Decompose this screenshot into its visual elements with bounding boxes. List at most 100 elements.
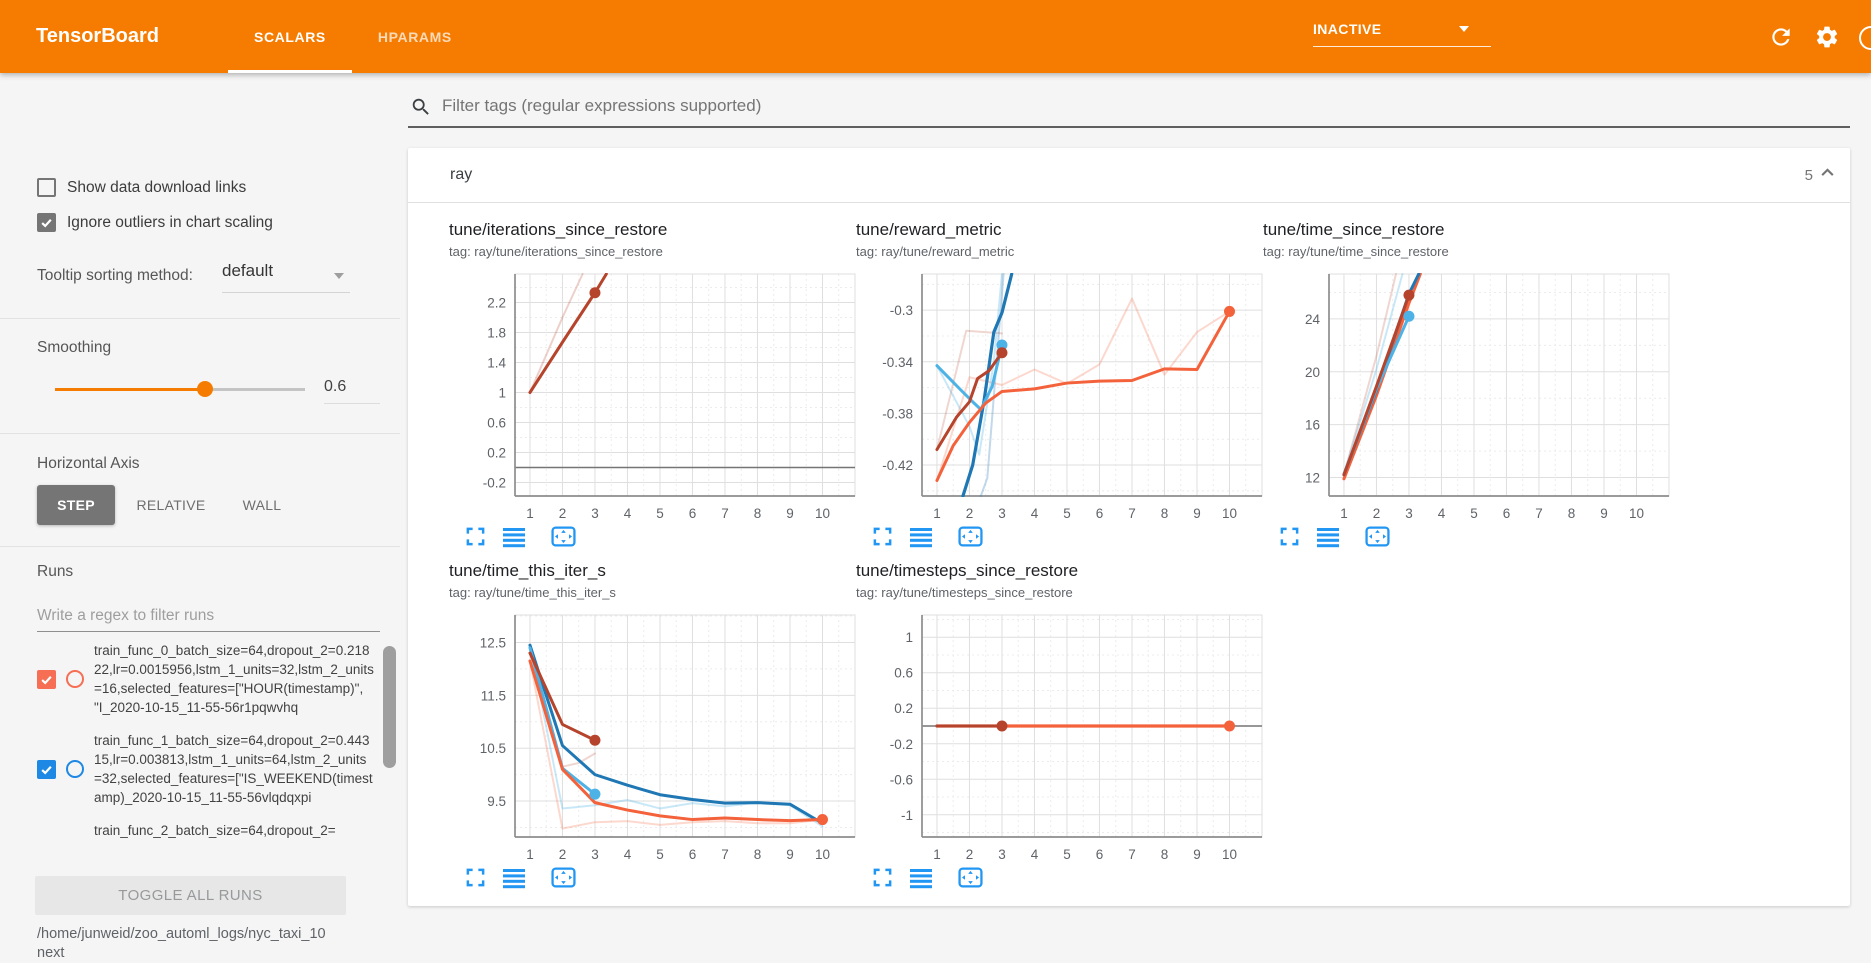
chart-toolbar [449,867,856,889]
svg-text:-0.2: -0.2 [483,476,506,491]
svg-text:7: 7 [721,506,729,521]
svg-text:0.2: 0.2 [894,701,913,716]
chart-title: tune/reward_metric [856,220,1263,240]
run-item[interactable]: train_func_2_batch_size=64,dropout_2= [37,821,385,840]
status-value: INACTIVE [1313,21,1382,37]
tab-hparams[interactable]: HPARAMS [352,0,478,73]
run-item[interactable]: train_func_1_batch_size=64,dropout_2=0.4… [37,731,385,807]
chart-toolbar [856,526,1263,548]
svg-text:7: 7 [1128,847,1136,862]
run-item[interactable]: train_func_0_batch_size=64,dropout_2=0.2… [37,641,385,717]
svg-text:6: 6 [1503,506,1511,521]
svg-text:7: 7 [721,847,729,862]
svg-text:2: 2 [559,506,567,521]
expand-icon[interactable] [872,526,894,548]
checkbox-unchecked-icon[interactable] [37,178,56,197]
axis-step-button[interactable]: STEP [37,485,115,525]
app-title: TensorBoard [36,0,159,73]
status-dropdown[interactable]: INACTIVE [1313,17,1491,47]
tag-count-badge: 5 [1805,167,1813,184]
chart-card: tune/timesteps_since_restoretag: ray/tun… [856,561,1263,889]
sidebar-scrollbar[interactable] [383,646,396,768]
horizontal-axis-label: Horizontal Axis [37,455,140,473]
horizontal-bars-icon[interactable] [1317,526,1339,548]
ignore-outliers-row[interactable]: Ignore outliers in chart scaling [37,213,273,232]
svg-text:9: 9 [1193,847,1201,862]
svg-text:-0.3: -0.3 [890,303,913,318]
chart-canvas[interactable]: -0.3-0.34-0.38-0.4212345678910 [856,268,1263,526]
svg-text:5: 5 [1063,847,1071,862]
svg-text:1: 1 [933,847,941,862]
chart-canvas[interactable]: 10.60.2-0.2-0.6-112345678910 [856,609,1263,867]
chart-toolbar [856,867,1263,889]
dropdown-value: default [222,261,273,280]
axis-relative-button[interactable]: RELATIVE [125,485,217,525]
show-download-links-row[interactable]: Show data download links [37,178,246,197]
settings-gear-icon[interactable] [1814,24,1840,50]
svg-text:10.5: 10.5 [480,741,506,756]
expand-icon[interactable] [465,867,487,889]
svg-text:9.5: 9.5 [487,794,506,809]
fit-domain-icon[interactable] [551,867,573,889]
fit-domain-icon[interactable] [1365,526,1387,548]
run-label: train_func_2_batch_size=64,dropout_2= [94,821,374,840]
checkbox-label: Show data download links [67,179,246,197]
expand-icon[interactable] [872,867,894,889]
chevron-down-icon [1459,26,1469,32]
chevron-down-icon [334,273,344,279]
tab-scalars[interactable]: SCALARS [228,0,352,73]
chevron-up-icon[interactable] [1819,164,1836,186]
svg-text:3: 3 [998,847,1006,862]
svg-text:3: 3 [591,847,599,862]
axis-wall-button[interactable]: WALL [227,485,297,525]
horizontal-bars-icon[interactable] [503,867,525,889]
expand-icon[interactable] [1279,526,1301,548]
tooltip-sorting-dropdown[interactable]: default [222,261,350,293]
smoothing-slider-thumb[interactable] [197,381,213,397]
smoothing-slider[interactable] [55,388,305,391]
chart-canvas[interactable]: 2.21.81.410.60.2-0.212345678910 [449,268,856,526]
runs-label: Runs [37,563,73,581]
svg-text:5: 5 [1470,506,1478,521]
settings-sidebar: Show data download links Ignore outliers… [0,73,400,906]
svg-text:7: 7 [1128,506,1136,521]
horizontal-bars-icon[interactable] [503,526,525,548]
svg-text:0.6: 0.6 [487,416,506,431]
refresh-icon[interactable] [1768,24,1794,50]
svg-text:2: 2 [1373,506,1381,521]
chart-title: tune/time_this_iter_s [449,561,856,581]
chart-canvas[interactable]: 12.511.510.59.512345678910 [449,609,856,867]
svg-text:2.2: 2.2 [487,296,506,311]
horizontal-bars-icon[interactable] [910,526,932,548]
run-radio[interactable] [66,760,84,778]
svg-text:3: 3 [998,506,1006,521]
chart-canvas[interactable]: 2420161212345678910 [1263,268,1670,526]
tag-group-header[interactable]: ray 5 [408,148,1850,202]
run-checkbox[interactable] [37,760,56,779]
run-label: train_func_0_batch_size=64,dropout_2=0.2… [94,641,374,717]
checkbox-checked-icon[interactable] [37,213,56,232]
svg-text:0.6: 0.6 [894,666,913,681]
help-icon[interactable] [1859,26,1871,50]
svg-text:4: 4 [624,847,632,862]
run-radio[interactable] [66,670,84,688]
fit-domain-icon[interactable] [958,867,980,889]
svg-text:8: 8 [754,506,762,521]
tag-filter-input[interactable] [440,88,1844,124]
fit-domain-icon[interactable] [958,526,980,548]
runs-filter-input[interactable] [37,601,380,632]
tag-group-name: ray [450,148,472,202]
svg-text:1.4: 1.4 [487,356,506,371]
fit-domain-icon[interactable] [551,526,573,548]
chart-tag: tag: ray/tune/time_since_restore [1263,244,1670,259]
svg-text:10: 10 [1222,847,1237,862]
search-icon [410,96,432,118]
expand-icon[interactable] [465,526,487,548]
toggle-all-runs-button[interactable]: TOGGLE ALL RUNS [35,876,346,915]
run-checkbox[interactable] [37,670,56,689]
svg-text:20: 20 [1305,365,1320,380]
smoothing-value[interactable]: 0.6 [324,373,380,404]
svg-text:8: 8 [1161,847,1169,862]
svg-text:-0.38: -0.38 [882,406,913,421]
horizontal-bars-icon[interactable] [910,867,932,889]
